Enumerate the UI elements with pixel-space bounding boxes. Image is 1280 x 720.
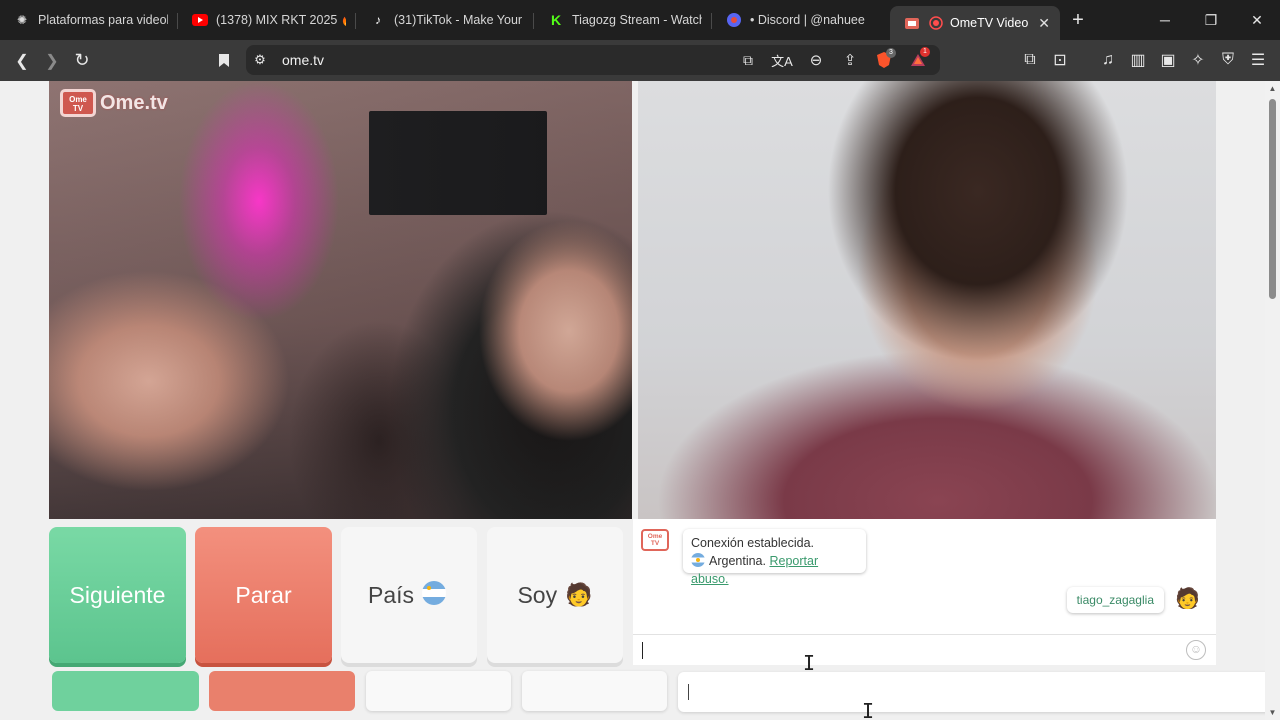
close-tab-icon[interactable]: ✕ [1038, 15, 1050, 32]
country-button-shadow [366, 671, 511, 711]
user-avatar-icon: 🧑 [1175, 588, 1200, 610]
tab-plataformas[interactable]: ✺ Plataformas para videoll [0, 4, 178, 36]
mouse-cursor-icon-shadow: I [862, 699, 875, 720]
tab-youtube[interactable]: (1378) MIX RKT 2025 🔥 [178, 4, 356, 36]
scrollbar-thumb[interactable] [1269, 99, 1276, 299]
discord-icon [726, 12, 742, 28]
media-icon[interactable]: ♫ [1092, 44, 1124, 76]
next-button[interactable]: Siguiente [49, 527, 186, 663]
tab-ometv[interactable]: OmeTV Video Cl ✕ [890, 6, 1060, 40]
stop-button-shadow [209, 671, 355, 711]
minimize-icon[interactable]: ─ [1142, 0, 1188, 40]
page-scrollbar[interactable]: ▲ ▼ [1265, 81, 1280, 720]
share-icon[interactable]: ⇪ [834, 44, 866, 76]
restore-icon[interactable]: ❐ [1188, 0, 1234, 40]
brave-rewards-icon[interactable]: 1 [902, 44, 934, 76]
tab-kick[interactable]: K Tiagozg Stream - Watch [534, 4, 712, 36]
tab-bar: ✺ Plataformas para videoll (1378) MIX RK… [0, 0, 1280, 40]
vpn-icon[interactable]: ⛨ [1212, 44, 1244, 76]
ometv-icon [904, 15, 920, 31]
next-button-shadow [52, 671, 199, 711]
open-external-icon[interactable]: ⧉ [732, 44, 764, 76]
translate-icon[interactable]: 文A [766, 44, 798, 76]
country-button[interactable]: País [341, 527, 477, 663]
screenshot-icon[interactable]: ⊡ [1044, 44, 1076, 76]
address-bar[interactable]: ⚙ ome.tv ⧉ 文A ⊖ ⇪ 3 1 [246, 45, 940, 75]
tab-tiktok[interactable]: ♪ (31)TikTok - Make Your [ [356, 4, 534, 36]
local-video [638, 81, 1216, 519]
stop-button[interactable]: Parar [195, 527, 332, 663]
wallet-icon[interactable]: ▣ [1152, 44, 1184, 76]
ometv-logo[interactable]: Ome TV Ome.tv [60, 89, 168, 117]
kick-icon: K [550, 12, 562, 28]
gender-button[interactable]: Soy 🧑 [487, 527, 623, 663]
gender-button-shadow [522, 671, 667, 711]
leo-ai-icon[interactable]: ✧ [1182, 44, 1214, 76]
openai-icon: ✺ [16, 13, 28, 27]
argentina-flag-icon [691, 553, 705, 567]
bookmark-icon[interactable] [208, 45, 240, 77]
emoji-picker-icon[interactable]: ☺ [1186, 640, 1206, 660]
ometv-logo-icon: Ome TV [60, 89, 96, 117]
text-caret [642, 642, 643, 659]
site-settings-icon[interactable]: ⚙ [246, 44, 274, 76]
remote-video [49, 81, 632, 519]
extensions-icon[interactable]: ⧉ [1014, 44, 1046, 76]
back-icon[interactable]: ❮ [6, 45, 38, 77]
ometv-system-icon: Ome TV [641, 529, 669, 551]
ometv-page: Ome TV Ome.tv Siguiente Parar País Soy 🧑… [0, 81, 1265, 720]
system-message: Conexión establecida. Argentina. Reporta… [683, 529, 866, 586]
forward-icon[interactable]: ❯ [36, 45, 68, 77]
new-tab-button[interactable]: + [1060, 4, 1096, 36]
tab-discord[interactable]: • Discord | @nahuee [712, 4, 890, 36]
user-message: tiago_zagaglia [1066, 587, 1164, 613]
url-text[interactable]: ome.tv [282, 52, 324, 68]
youtube-icon [192, 12, 208, 28]
tiktok-icon: ♪ [375, 13, 381, 27]
brave-shields-icon[interactable]: 3 [868, 44, 900, 76]
zoom-out-icon[interactable]: ⊖ [800, 44, 832, 76]
reload-icon[interactable]: ↻ [66, 45, 98, 77]
recording-icon [928, 15, 944, 31]
close-window-icon[interactable]: ✕ [1234, 0, 1280, 40]
scroll-down-icon[interactable]: ▼ [1268, 708, 1277, 717]
chat-input[interactable]: ☺ [633, 634, 1216, 664]
scroll-up-icon[interactable]: ▲ [1268, 84, 1277, 93]
chat-input-shadow[interactable] [678, 672, 1265, 712]
boy-avatar-icon: 🧑 [565, 582, 593, 607]
menu-icon[interactable]: ☰ [1242, 44, 1274, 76]
sidebar-icon[interactable]: ▥ [1122, 44, 1154, 76]
argentina-flag-icon [422, 581, 450, 609]
